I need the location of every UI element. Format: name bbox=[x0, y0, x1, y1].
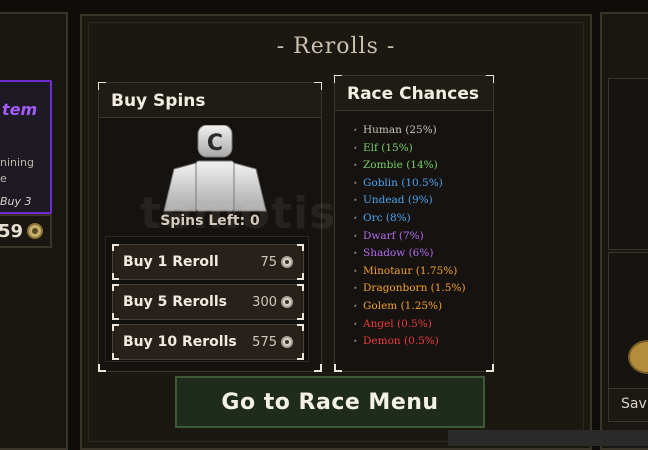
save-button[interactable]: Sav bbox=[608, 388, 648, 422]
race-chance-item: Demon (0.5%) bbox=[353, 333, 466, 351]
race-chance-item: Angel (0.5%) bbox=[353, 316, 466, 334]
race-menu-label: Go to Race Menu bbox=[221, 389, 439, 415]
race-chance-item: Dragonborn (1.5%) bbox=[353, 280, 466, 298]
button-price: 75 bbox=[260, 254, 277, 270]
race-chance-item: Orc (8%) bbox=[353, 210, 466, 228]
currency-coin-icon bbox=[281, 296, 293, 308]
item-price: 59 bbox=[0, 220, 24, 242]
button-price: 300 bbox=[252, 294, 277, 310]
race-chance-item: Human (25%) bbox=[353, 122, 466, 140]
button-label: Buy 5 Rerolls bbox=[123, 294, 227, 310]
right-item-card[interactable] bbox=[608, 78, 648, 250]
bottom-bar bbox=[448, 430, 648, 446]
currency-coin-icon bbox=[281, 336, 293, 348]
item-desc-line: nining bbox=[0, 156, 35, 169]
currency-coin-icon bbox=[281, 256, 293, 268]
buy-10-rerolls-button[interactable]: Buy 10 Rerolls 575 bbox=[112, 324, 304, 360]
race-chances-header: Race Chances bbox=[335, 76, 493, 111]
race-chance-item: Dwarf (7%) bbox=[353, 228, 466, 246]
buy-5-rerolls-button[interactable]: Buy 5 Rerolls 300 bbox=[112, 284, 304, 320]
panel-title: - Rerolls - bbox=[276, 34, 396, 59]
race-chance-item: Minotaur (1.75%) bbox=[353, 263, 466, 281]
svg-text:C: C bbox=[207, 131, 223, 156]
race-chances-card: Race Chances Human (25%) Elf (15%) Zombi… bbox=[334, 75, 494, 372]
buy-1-reroll-button[interactable]: Buy 1 Reroll 75 bbox=[112, 244, 304, 280]
race-chances-list: Human (25%) Elf (15%) Zombie (14%) Gobli… bbox=[353, 122, 466, 351]
item-desc-line: e bbox=[0, 172, 7, 185]
reroll-buttons-group: Buy 1 Reroll 75 Buy 5 Rerolls 300 Buy 10… bbox=[105, 236, 309, 362]
left-price-button[interactable]: 59 bbox=[0, 214, 52, 248]
race-chance-item: Zombie (14%) bbox=[353, 157, 466, 175]
button-label: Buy 10 Rerolls bbox=[123, 334, 237, 350]
item-title: tem bbox=[2, 100, 38, 119]
buy-spins-title: Buy Spins bbox=[111, 91, 206, 111]
race-chance-item: Golem (1.25%) bbox=[353, 298, 466, 316]
button-price: 575 bbox=[252, 334, 277, 350]
save-label: Sav bbox=[621, 396, 647, 412]
gold-coin-icon bbox=[27, 223, 44, 239]
race-chances-title: Race Chances bbox=[347, 84, 479, 104]
button-label: Buy 1 Reroll bbox=[123, 254, 219, 270]
watermark: temotis bbox=[140, 188, 337, 239]
item-buy-label: Buy 3 bbox=[0, 195, 32, 208]
left-item-card[interactable]: tem nining e Buy 3 bbox=[0, 80, 52, 214]
buy-spins-header: Buy Spins bbox=[99, 83, 321, 118]
go-to-race-menu-button[interactable]: Go to Race Menu bbox=[175, 376, 485, 428]
race-chance-item: Goblin (10.5%) bbox=[353, 175, 466, 193]
race-chance-item: Elf (15%) bbox=[353, 140, 466, 158]
race-chance-item: Shadow (6%) bbox=[353, 245, 466, 263]
race-chance-item: Undead (9%) bbox=[353, 192, 466, 210]
